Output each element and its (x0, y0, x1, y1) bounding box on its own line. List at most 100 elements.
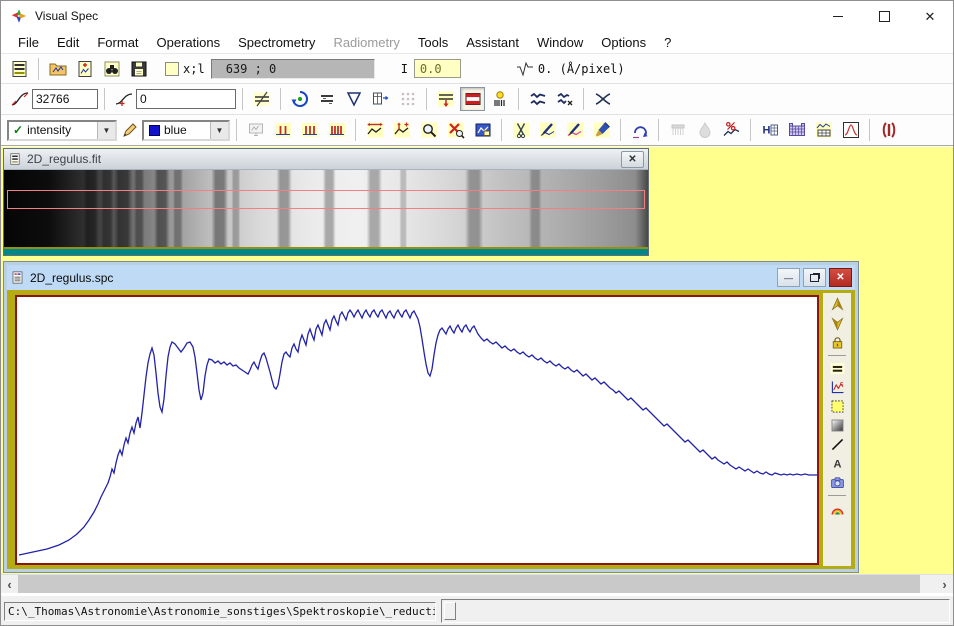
equal-icon[interactable] (825, 359, 849, 378)
color-dropdown-arrow[interactable]: ▼ (210, 122, 228, 139)
spectrum-plot[interactable] (15, 295, 819, 565)
spc-window-titlebar[interactable]: 2D_regulus.spc — ✕ (7, 265, 855, 290)
scrollbar-track[interactable] (922, 575, 936, 593)
fit-close-button[interactable]: ✕ (621, 151, 644, 168)
color-dropdown[interactable]: blue ▼ (142, 120, 230, 141)
open-profile-icon[interactable] (72, 57, 97, 81)
align-lines-icon[interactable] (314, 87, 339, 111)
scroll-left-arrow[interactable]: ‹ (1, 575, 18, 593)
text-tool-icon[interactable] (825, 454, 849, 473)
menu-item-format[interactable]: Format (88, 33, 147, 52)
periodic-table-icon[interactable] (784, 118, 809, 142)
cut-profile-icon[interactable] (508, 118, 533, 142)
close-button[interactable]: ✕ (907, 1, 953, 31)
menu-item-operations[interactable]: Operations (148, 33, 230, 52)
scrollbar-thumb[interactable] (18, 575, 920, 593)
menu-item-spectrometry[interactable]: Spectrometry (229, 33, 324, 52)
spc-window-title: 2D_regulus.spc (30, 271, 774, 285)
normalize-icon[interactable] (719, 118, 744, 142)
menu-item-options[interactable]: Options (592, 33, 655, 52)
crop-window-icon[interactable] (470, 118, 495, 142)
strike-profile-icon[interactable] (249, 87, 274, 111)
menu-item-tools[interactable]: Tools (409, 33, 457, 52)
arrow-up-icon[interactable] (825, 295, 849, 314)
divide-profiles-icon[interactable] (590, 87, 615, 111)
spc-restore-button[interactable] (803, 268, 826, 287)
max-intensity-input[interactable] (32, 89, 98, 109)
spectrum-strip-image[interactable] (4, 170, 648, 247)
binning-zone-rect[interactable] (7, 190, 645, 209)
lock-icon[interactable] (825, 333, 849, 352)
menu-item-radiometry: Radiometry (324, 33, 408, 52)
reference-flag-icon[interactable] (460, 87, 485, 111)
gaussian-fit-icon[interactable] (838, 118, 863, 142)
compare-profiles-icon[interactable] (525, 87, 550, 111)
xl-checkbox[interactable] (165, 62, 179, 76)
series-bars-1-icon[interactable] (270, 118, 295, 142)
status-panel-grip (444, 602, 456, 620)
series-dropdown[interactable]: ✓ intensity ▼ (7, 120, 117, 141)
draw-pink-icon[interactable] (562, 118, 587, 142)
save-icon[interactable] (126, 57, 151, 81)
hydrogen-table-icon[interactable] (757, 118, 782, 142)
menu-item-file[interactable]: File (9, 33, 48, 52)
intensity-max-icon[interactable] (7, 87, 32, 111)
scroll-right-arrow[interactable]: › (936, 575, 953, 593)
menu-item-?[interactable]: ? (655, 33, 680, 52)
selection-icon[interactable] (825, 397, 849, 416)
compare-remove-icon[interactable] (552, 87, 577, 111)
color-dropdown-value: blue (160, 123, 210, 137)
line-tool-icon[interactable] (825, 435, 849, 454)
fit-window-titlebar[interactable]: 2D_regulus.fit ✕ (4, 149, 648, 170)
dispersion-readout: 0. (Å/pixel) (538, 62, 625, 76)
intensity-readout: 0.0 (414, 59, 461, 78)
open-image-icon[interactable] (45, 57, 70, 81)
separator (750, 119, 751, 141)
maximize-button[interactable] (861, 1, 907, 31)
coordinate-readout: 639 ; 0 (211, 59, 375, 79)
minimize-button[interactable] (815, 1, 861, 31)
browse-icon[interactable] (99, 57, 124, 81)
zero-level-input[interactable] (136, 89, 236, 109)
rotate-icon[interactable] (287, 87, 312, 111)
stacked-profiles-icon[interactable] (7, 57, 32, 81)
menu-item-assistant[interactable]: Assistant (457, 33, 528, 52)
dispersion-icon[interactable] (513, 57, 538, 81)
title-bar: Visual Spec ✕ (1, 1, 953, 31)
series-bars-2-icon[interactable] (297, 118, 322, 142)
arrow-down-icon[interactable] (825, 314, 849, 333)
smooth-brush-icon[interactable] (589, 118, 614, 142)
extract-profile-icon[interactable] (433, 87, 458, 111)
pick-icon[interactable] (117, 118, 142, 142)
separator (242, 88, 243, 110)
toolbar-row-3: ✓ intensity ▼ blue ▼ (1, 115, 953, 146)
undo-icon[interactable] (627, 118, 652, 142)
zoom-icon[interactable] (416, 118, 441, 142)
spc-minimize-button[interactable]: — (777, 268, 800, 287)
series-dropdown-arrow[interactable]: ▼ (97, 122, 115, 139)
menu-item-window[interactable]: Window (528, 33, 592, 52)
separator (583, 88, 584, 110)
spc-close-button[interactable]: ✕ (829, 268, 852, 287)
line-list-icon[interactable] (811, 118, 836, 142)
menu-item-edit[interactable]: Edit (48, 33, 88, 52)
continuum-icon[interactable] (825, 378, 849, 397)
unzoom-icon[interactable] (443, 118, 468, 142)
zero-level-icon[interactable] (111, 87, 136, 111)
coord-label: x;l (183, 62, 205, 76)
separator (501, 119, 502, 141)
gradient-icon[interactable] (825, 416, 849, 435)
draw-line-icon[interactable] (535, 118, 560, 142)
rainbow-icon[interactable] (825, 499, 849, 518)
shift-horizontal-icon[interactable] (362, 118, 387, 142)
spc-profile-window[interactable]: 2D_regulus.spc — ✕ (3, 261, 859, 573)
synthesis-icon[interactable] (876, 118, 901, 142)
fit-image-window[interactable]: 2D_regulus.fit ✕ (3, 148, 649, 256)
binning-zone-icon[interactable] (487, 87, 512, 111)
nabla-icon[interactable] (341, 87, 366, 111)
comb-icon (665, 118, 690, 142)
camera-icon[interactable] (825, 473, 849, 492)
shift-vertical-icon[interactable] (389, 118, 414, 142)
copy-table-icon[interactable] (368, 87, 393, 111)
series-bars-3-icon[interactable] (324, 118, 349, 142)
